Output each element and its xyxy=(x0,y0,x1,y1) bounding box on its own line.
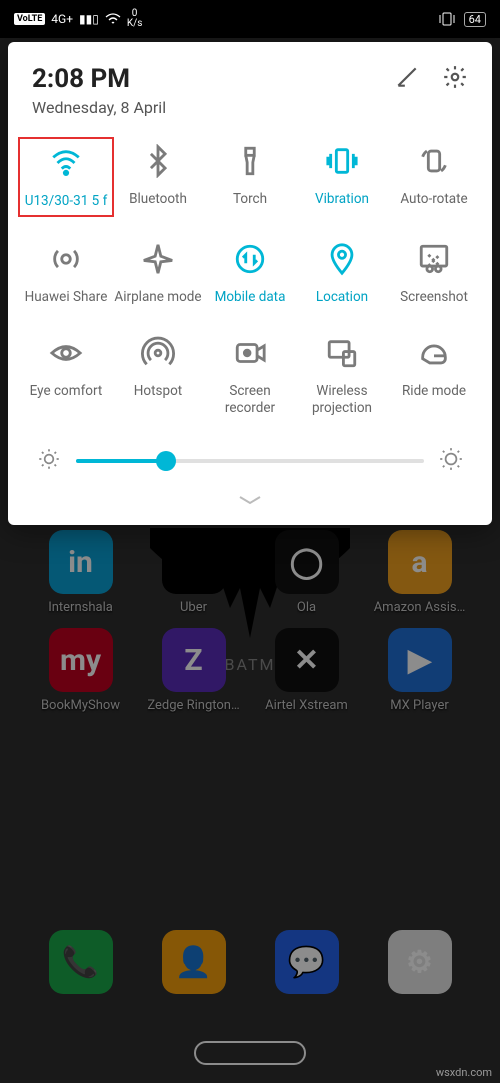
app-icon: a xyxy=(388,530,452,594)
app-label: BookMyShow xyxy=(41,698,120,713)
airplane-icon xyxy=(138,239,178,279)
app-icon: ⚙ xyxy=(388,930,452,994)
bluetooth-icon xyxy=(138,141,178,181)
wallpaper-text: BATM xyxy=(225,655,276,674)
screenshot-icon xyxy=(414,239,454,279)
app-icon: ✕ xyxy=(275,628,339,692)
panel-time: 2:08 PM xyxy=(32,64,166,94)
app-dock[interactable]: 📞 xyxy=(46,930,116,994)
tile-torch[interactable]: Torch xyxy=(204,141,296,211)
speed-unit: K/s xyxy=(127,19,143,29)
status-bar: VoLTE 4G+ ▮▮▯ 0 K/s 64 xyxy=(0,0,500,38)
app-label: Amazon Assis… xyxy=(374,600,466,615)
eye-icon xyxy=(46,333,86,373)
watermark: wsxdn.com xyxy=(436,1066,492,1079)
tile-label: Eye comfort xyxy=(30,383,103,399)
app-BookMyShow[interactable]: myBookMyShow xyxy=(46,628,116,713)
projection-icon xyxy=(322,333,362,373)
tile-label: Ride mode xyxy=(402,383,466,399)
tile-bluetooth[interactable]: Bluetooth xyxy=(112,141,204,211)
app-MX Player[interactable]: ▶ MX Player xyxy=(385,628,455,713)
expand-chevron-icon[interactable] xyxy=(18,484,482,513)
app-icon: Z xyxy=(162,628,226,692)
app-icon: my xyxy=(49,628,113,692)
hotspot-icon xyxy=(138,333,178,373)
volte-badge: VoLTE xyxy=(14,13,45,25)
tile-hotspot[interactable]: Hotspot xyxy=(112,333,204,415)
tile-recorder[interactable]: Screen recorder xyxy=(204,333,296,415)
tile-airplane[interactable]: Airplane mode xyxy=(112,239,204,305)
brightness-slider[interactable] xyxy=(76,459,424,463)
app-Internshala[interactable]: in Internshala xyxy=(46,530,116,615)
app-icon: ▶ xyxy=(388,628,452,692)
tile-label: Auto-rotate xyxy=(400,191,467,207)
app-Airtel Xstream[interactable]: ✕Airtel Xstream xyxy=(272,628,342,713)
tile-label: Screen recorder xyxy=(206,383,294,415)
tile-label: Torch xyxy=(233,191,267,207)
wifi-icon xyxy=(46,143,86,183)
tile-wifi[interactable]: U13/30-31 5 f xyxy=(18,137,114,217)
tile-label: Screenshot xyxy=(400,289,468,305)
data-icon xyxy=(230,239,270,279)
brightness-low-icon xyxy=(36,446,62,476)
wifi-status-icon xyxy=(105,13,121,25)
tile-eyecomfort[interactable]: Eye comfort xyxy=(20,333,112,415)
app-Uber[interactable]: Uber xyxy=(159,530,229,615)
rotate-icon xyxy=(414,141,454,181)
battery-percent: 64 xyxy=(469,13,481,26)
share-icon xyxy=(46,239,86,279)
app-icon: ◯ xyxy=(275,530,339,594)
tile-label: Huawei Share xyxy=(25,289,108,305)
vibration-icon xyxy=(322,141,362,181)
wallpaper-batman xyxy=(150,528,350,648)
tile-label: Hotspot xyxy=(134,383,182,399)
recorder-icon xyxy=(230,333,270,373)
app-Ola[interactable]: ◯ Ola xyxy=(272,530,342,615)
brightness-high-icon xyxy=(438,446,464,476)
app-Zedge Rington…[interactable]: ZZedge Rington… xyxy=(159,628,229,713)
tile-vibration[interactable]: Vibration xyxy=(296,141,388,211)
app-label: Uber xyxy=(180,600,207,615)
location-icon xyxy=(322,239,362,279)
tile-projection[interactable]: Wireless projection xyxy=(296,333,388,415)
tile-label: U13/30-31 5 f xyxy=(25,193,108,209)
vibrate-status-icon xyxy=(438,12,456,26)
tile-screenshot[interactable]: Screenshot xyxy=(388,239,480,305)
app-dock[interactable]: ⚙ xyxy=(385,930,455,994)
app-label: Internshala xyxy=(48,600,113,615)
panel-date: Wednesday, 8 April xyxy=(32,98,166,117)
tile-location[interactable]: Location xyxy=(296,239,388,305)
tile-ridemode[interactable]: Ride mode xyxy=(388,333,480,415)
tile-huaweishare[interactable]: Huawei Share xyxy=(20,239,112,305)
app-icon: 📞 xyxy=(49,930,113,994)
app-icon: 💬 xyxy=(275,930,339,994)
tile-mobiledata[interactable]: Mobile data xyxy=(204,239,296,305)
app-Amazon Assis…[interactable]: aAmazon Assis… xyxy=(385,530,455,615)
app-icon xyxy=(162,530,226,594)
app-dock[interactable]: 👤 xyxy=(159,930,229,994)
app-label: Zedge Rington… xyxy=(147,698,239,713)
app-label: Airtel Xstream xyxy=(265,698,348,713)
tile-autorotate[interactable]: Auto-rotate xyxy=(388,141,480,211)
app-dock[interactable]: 💬 xyxy=(272,930,342,994)
network-type: 4G+ xyxy=(51,12,73,26)
tile-label: Vibration xyxy=(315,191,369,207)
signal-icon: ▮▮▯ xyxy=(79,12,99,26)
tile-label: Wireless projection xyxy=(298,383,386,415)
edit-icon[interactable] xyxy=(394,64,420,94)
tile-label: Bluetooth xyxy=(129,191,187,207)
nav-pill[interactable] xyxy=(194,1041,306,1065)
app-label: Ola xyxy=(297,600,316,615)
app-label: MX Player xyxy=(390,698,449,713)
tile-label: Mobile data xyxy=(215,289,286,305)
tile-label: Location xyxy=(316,289,368,305)
quick-settings-panel: 2:08 PM Wednesday, 8 April U13/30-31 5 f… xyxy=(8,42,492,525)
settings-icon[interactable] xyxy=(442,64,468,94)
app-icon: in xyxy=(49,530,113,594)
app-icon: 👤 xyxy=(162,930,226,994)
helmet-icon xyxy=(414,333,454,373)
tile-label: Airplane mode xyxy=(114,289,201,305)
torch-icon xyxy=(230,141,270,181)
